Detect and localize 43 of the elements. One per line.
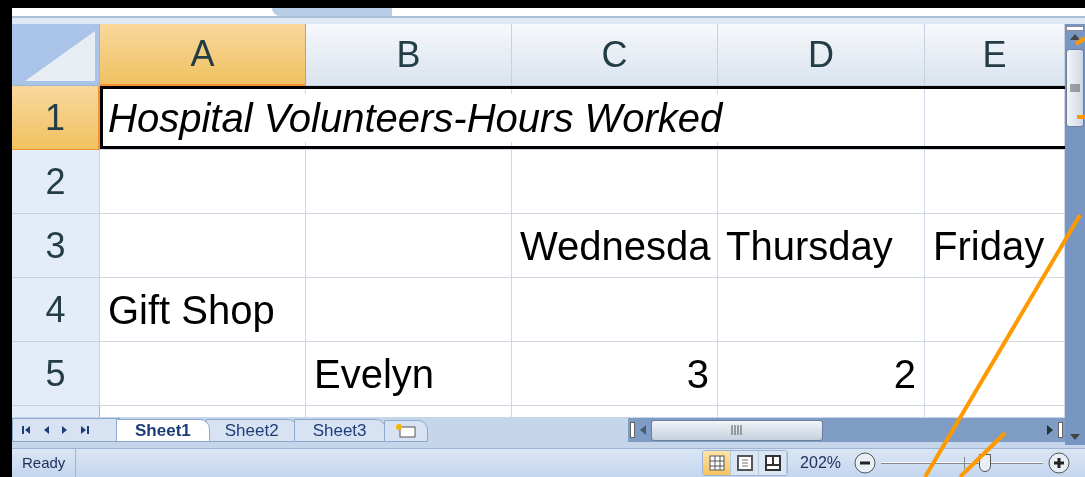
horizontal-scroll-thumb[interactable]: [650, 419, 823, 441]
vertical-scrollbar[interactable]: [1065, 24, 1085, 445]
page-layout-icon: [735, 454, 754, 472]
new-sheet-icon: [393, 423, 418, 439]
page-break-icon: [763, 454, 782, 472]
scroll-up-icon[interactable]: [1069, 33, 1081, 41]
last-sheet-icon[interactable]: [80, 425, 90, 435]
sheet-tab[interactable]: Sheet3: [293, 419, 386, 442]
grip-icon: [1070, 83, 1080, 93]
grip-icon: [730, 425, 743, 435]
normal-view-icon: [707, 454, 726, 472]
row-header[interactable]: 3: [12, 214, 100, 278]
column-header[interactable]: E: [925, 24, 1065, 86]
sheet-tab[interactable]: Sheet1: [116, 419, 210, 442]
scroll-down-icon[interactable]: [1069, 433, 1081, 441]
split-handle[interactable]: [1066, 26, 1084, 31]
status-text: Ready: [22, 452, 66, 473]
zoom-level[interactable]: 202%: [800, 451, 841, 475]
annotation-line: [1075, 36, 1085, 46]
column-header[interactable]: A: [100, 24, 306, 86]
zoom-out-icon[interactable]: [853, 451, 877, 475]
column-header[interactable]: D: [718, 24, 925, 86]
view-button[interactable]: [759, 451, 788, 475]
row-header[interactable]: 1: [12, 86, 100, 150]
split-handle[interactable]: [1058, 422, 1063, 438]
annotation-line: [1077, 115, 1085, 119]
zoom-in-icon[interactable]: [1047, 451, 1071, 475]
scroll-right-icon[interactable]: [1046, 424, 1054, 436]
row-header[interactable]: 5: [12, 342, 100, 406]
row-header[interactable]: 2: [12, 150, 100, 214]
view-button[interactable]: [731, 451, 760, 475]
split-handle[interactable]: [629, 422, 635, 438]
vertical-scroll-thumb[interactable]: [1066, 49, 1084, 127]
column-header[interactable]: B: [306, 24, 512, 86]
previous-sheet-icon[interactable]: [42, 425, 50, 435]
triangle-icon: [25, 31, 95, 81]
next-sheet-icon[interactable]: [61, 425, 69, 435]
cell-text: Hospital Volunteers-Hours Worked: [108, 93, 723, 142]
column-header[interactable]: C: [512, 24, 718, 86]
new-sheet-button[interactable]: [383, 420, 428, 442]
first-sheet-icon[interactable]: [21, 425, 31, 435]
row-header[interactable]: 4: [12, 278, 100, 342]
scroll-left-icon[interactable]: [638, 424, 647, 436]
